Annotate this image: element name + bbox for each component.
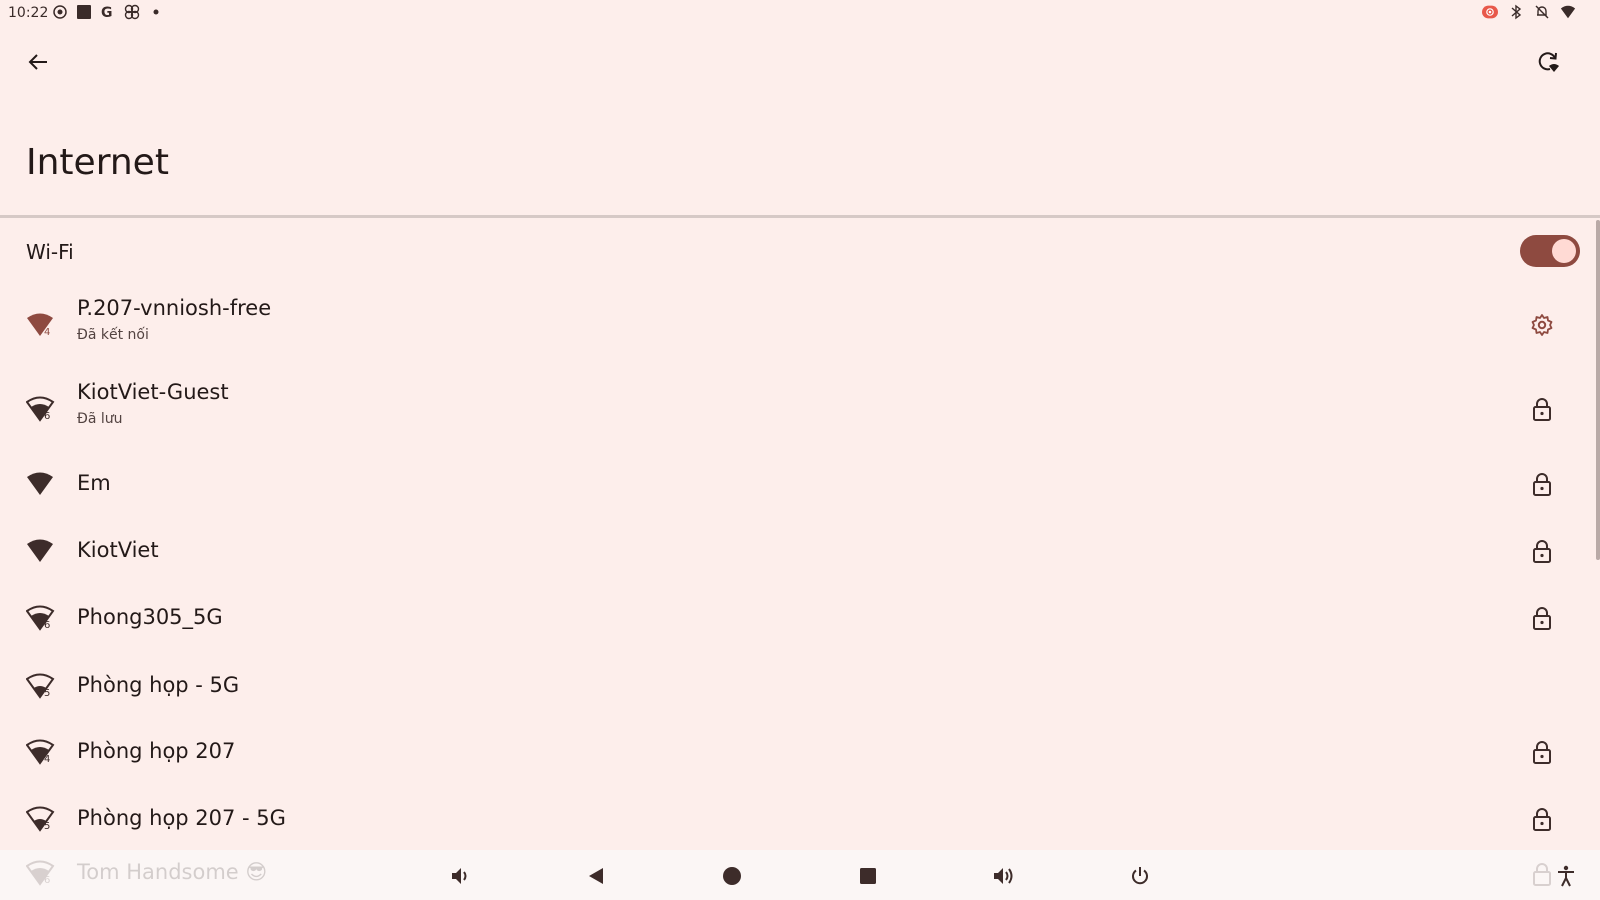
wifi-switch[interactable] [1520, 235, 1580, 267]
network-name: Em [77, 471, 111, 495]
network-name: Phong305_5G [77, 605, 223, 629]
google-icon: G [100, 4, 116, 20]
wifi-signal-weak-icon: 5 [25, 806, 56, 832]
lock-icon [1528, 470, 1556, 498]
scrollbar[interactable] [1596, 220, 1600, 560]
accessibility-icon [1558, 865, 1574, 887]
svg-text:6: 6 [44, 411, 50, 422]
wifi-label: Wi-Fi [26, 240, 74, 264]
volume-down-button[interactable] [447, 862, 475, 890]
wifi-signal-icon: 6 [25, 860, 56, 886]
svg-text:6: 6 [44, 553, 50, 564]
svg-text:6: 6 [44, 875, 50, 886]
network-name: KiotViet [77, 538, 159, 562]
network-name: Phòng họp 207 [77, 739, 236, 763]
wifi-signal-icon: 4 [25, 739, 56, 765]
nav-recents-button[interactable] [854, 862, 882, 890]
status-bar: 10:22 G [0, 0, 1600, 26]
image-icon [76, 4, 92, 20]
fan-icon [124, 4, 140, 20]
notifications-off-icon [1534, 4, 1550, 20]
lock-icon [1528, 537, 1556, 565]
network-name: KiotViet-Guest [77, 380, 229, 404]
power-button[interactable] [1126, 862, 1154, 890]
more-notifications-dot-icon [148, 4, 164, 20]
triangle-back-icon [589, 868, 603, 884]
screen-record-icon [52, 4, 68, 20]
svg-text:6: 6 [44, 486, 50, 497]
network-item[interactable]: 6 KiotViet [0, 521, 1596, 581]
network-item[interactable]: 6 Tom Handsome 😎 [0, 856, 1596, 896]
network-status: Đã kết nối [77, 327, 149, 343]
header-divider [0, 215, 1600, 218]
lock-icon [1528, 604, 1556, 632]
wifi-status-icon [1560, 4, 1576, 20]
wifi-signal-full-icon: 6 [26, 538, 56, 564]
svg-text:5: 5 [44, 688, 50, 699]
accessibility-button[interactable] [1552, 862, 1580, 890]
lock-icon [1528, 395, 1556, 423]
back-button[interactable] [22, 46, 54, 78]
network-item[interactable]: 6 Em [0, 454, 1596, 514]
network-name: P.207-vnniosh-free [77, 296, 272, 320]
network-item[interactable]: 4 P.207-vnniosh-free Đã kết nối [0, 290, 1596, 362]
status-system-icons [1482, 4, 1576, 20]
volume-up-icon [994, 868, 1013, 884]
nav-back-button[interactable] [582, 862, 610, 890]
svg-text:G: G [101, 5, 113, 20]
wifi-refresh-icon [1538, 52, 1559, 72]
lock-icon [1528, 805, 1556, 833]
volume-up-button[interactable] [990, 862, 1018, 890]
network-name: Phòng họp 207 - 5G [77, 806, 286, 830]
network-name: Tom Handsome 😎 [77, 860, 268, 884]
wifi-signal-weak-icon: 5 [25, 673, 56, 699]
nav-home-button[interactable] [718, 862, 746, 890]
wifi-signal-full-icon: 6 [26, 471, 56, 497]
screen-record-active-icon [1482, 4, 1498, 20]
status-time: 10:22 [8, 5, 49, 21]
wifi-toggle-row[interactable]: Wi-Fi [0, 222, 1596, 282]
svg-text:4: 4 [44, 754, 50, 765]
wifi-signal-icon: 6 [25, 396, 56, 422]
network-status: Đã lưu [77, 411, 123, 427]
power-icon [1132, 867, 1148, 885]
network-history-button[interactable] [1532, 46, 1564, 78]
network-item[interactable]: 5 Phòng họp 207 - 5G [0, 789, 1596, 849]
lock-icon [1528, 738, 1556, 766]
wifi-signal-full-icon: 4 [26, 312, 56, 338]
gear-icon[interactable] [1528, 311, 1556, 339]
network-item[interactable]: 6 Phong305_5G [0, 588, 1596, 648]
bluetooth-icon [1508, 4, 1524, 20]
svg-text:4: 4 [44, 327, 50, 338]
svg-text:6: 6 [44, 620, 50, 631]
wifi-signal-icon: 6 [25, 605, 56, 631]
network-item[interactable]: 5 Phòng họp - 5G [0, 656, 1596, 716]
square-recents-icon [860, 868, 876, 884]
network-item[interactable]: 4 Phòng họp 207 [0, 722, 1596, 782]
network-name: Phòng họp - 5G [77, 673, 240, 697]
network-item[interactable]: 6 KiotViet-Guest Đã lưu [0, 374, 1596, 446]
switch-knob [1552, 239, 1576, 263]
navigation-bar: 6 Tom Handsome 😎 [0, 850, 1600, 900]
status-notification-icons: G [52, 4, 164, 20]
circle-home-icon [723, 867, 741, 885]
arrow-back-icon [28, 54, 47, 70]
volume-down-icon [452, 868, 467, 884]
page-title: Internet [26, 142, 169, 183]
svg-text:5: 5 [44, 821, 50, 832]
